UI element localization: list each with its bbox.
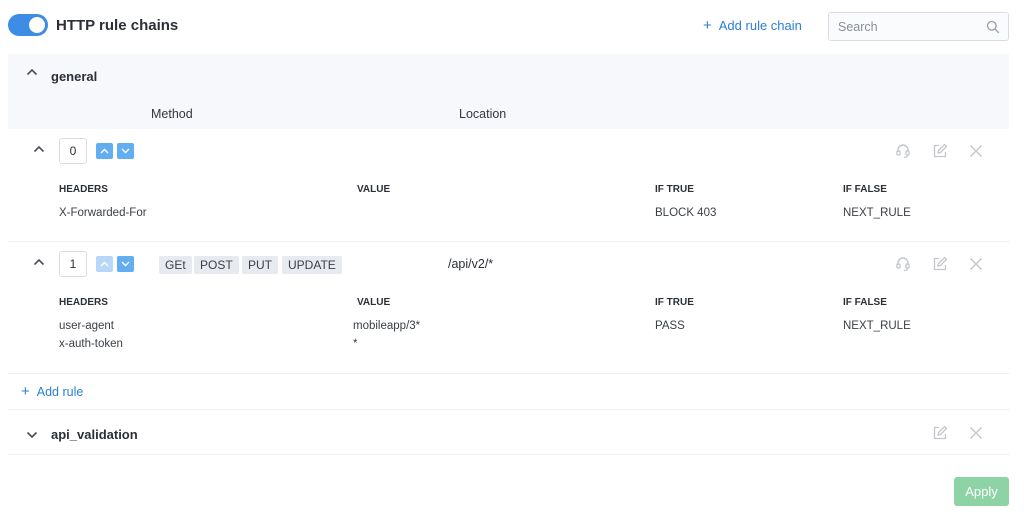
chevron-down-icon[interactable] — [26, 431, 38, 439]
table-header-headers: HEADERS — [59, 184, 108, 195]
close-icon[interactable] — [969, 144, 983, 158]
divider — [8, 409, 1009, 410]
search-box — [828, 12, 1009, 41]
cell-header: user-agent — [59, 320, 114, 332]
plus-icon: + — [21, 383, 30, 400]
move-rule-down-button[interactable] — [117, 256, 134, 272]
cell-if-false: NEXT_RULE — [843, 207, 911, 219]
method-tag-put: PUT — [242, 256, 278, 274]
chevron-up-icon — [100, 148, 109, 154]
cell-if-true: PASS — [655, 320, 685, 332]
column-header-location: Location — [459, 107, 507, 121]
move-rule-down-button[interactable] — [117, 143, 134, 159]
headset-icon[interactable] — [895, 256, 911, 272]
add-rule-label: Add rule — [36, 385, 84, 399]
cell-if-false: NEXT_RULE — [843, 320, 911, 332]
toggle-knob — [29, 17, 45, 33]
table-header-if-true: IF TRUE — [655, 297, 694, 308]
column-header-method: Method — [151, 107, 193, 121]
close-icon[interactable] — [969, 426, 983, 440]
page-title: HTTP rule chains — [56, 17, 179, 34]
add-rule-chain-button[interactable]: + Add rule chain — [703, 16, 802, 34]
add-rule-button[interactable]: + Add rule — [21, 383, 84, 400]
headset-icon[interactable] — [895, 143, 911, 159]
table-header-if-false: IF FALSE — [843, 184, 887, 195]
cell-if-true: BLOCK 403 — [655, 207, 717, 219]
table-header-headers: HEADERS — [59, 297, 108, 308]
rule-location: /api/v2/* — [448, 257, 494, 271]
method-tag-post: POST — [194, 256, 239, 274]
apply-button[interactable]: Apply — [954, 477, 1009, 506]
chevron-up-icon[interactable] — [33, 145, 45, 153]
cell-header: X-Forwarded-For — [59, 207, 147, 219]
chevron-up-icon — [100, 261, 109, 267]
add-rule-chain-label: Add rule chain — [718, 18, 802, 33]
rule-index-field[interactable]: 0 — [59, 138, 87, 164]
edit-icon[interactable] — [932, 143, 948, 159]
method-tag-get: GEt — [159, 256, 192, 274]
edit-icon[interactable] — [932, 256, 948, 272]
close-icon[interactable] — [969, 257, 983, 271]
plus-icon: + — [703, 16, 712, 34]
divider — [8, 241, 1009, 242]
table-header-value: VALUE — [357, 297, 391, 308]
chevron-down-icon — [121, 261, 130, 267]
chain-name: general — [51, 69, 98, 84]
table-header-if-true: IF TRUE — [655, 184, 694, 195]
cell-value: * — [353, 338, 358, 350]
table-header-value: VALUE — [357, 184, 391, 195]
move-rule-up-button[interactable] — [96, 256, 113, 272]
chain-name: api_validation — [51, 427, 138, 442]
cell-value: mobileapp/3* — [353, 320, 421, 332]
search-input[interactable] — [829, 13, 977, 40]
chains-enabled-toggle[interactable] — [8, 14, 48, 36]
move-rule-up-button[interactable] — [96, 143, 113, 159]
edit-icon[interactable] — [932, 425, 948, 441]
method-tag-update: UPDATE — [282, 256, 342, 274]
divider — [8, 373, 1009, 374]
cell-header: x-auth-token — [59, 338, 123, 350]
search-icon[interactable] — [986, 20, 1000, 34]
divider — [8, 454, 1009, 455]
chevron-down-icon — [121, 148, 130, 154]
chevron-up-icon[interactable] — [26, 68, 38, 76]
chevron-up-icon[interactable] — [33, 258, 45, 266]
table-header-if-false: IF FALSE — [843, 297, 887, 308]
rule-index-field[interactable]: 1 — [59, 251, 87, 277]
